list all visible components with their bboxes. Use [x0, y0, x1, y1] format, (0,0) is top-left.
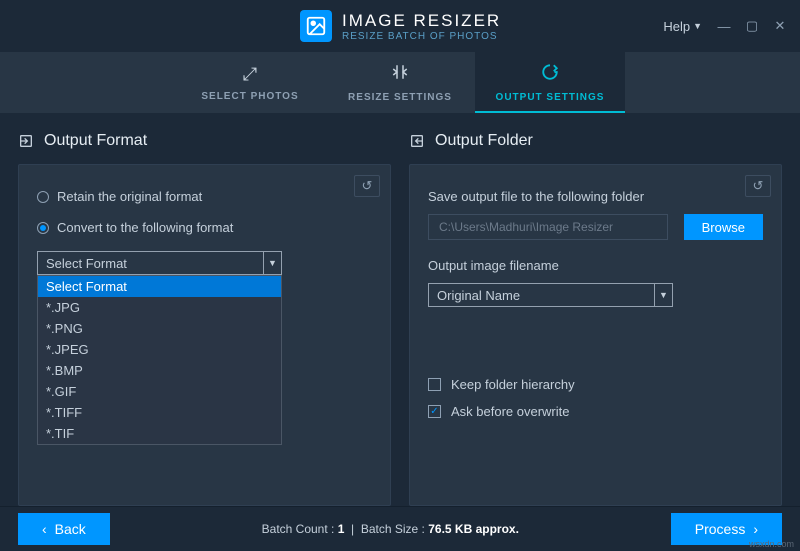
- browse-button[interactable]: Browse: [684, 214, 763, 240]
- button-label: Process: [695, 521, 746, 537]
- checkbox-label: Keep folder hierarchy: [451, 377, 575, 392]
- dropdown-item[interactable]: *.JPG: [38, 297, 281, 318]
- expand-icon: ⤢: [243, 64, 257, 85]
- help-label: Help: [663, 19, 690, 34]
- chevron-left-icon: ‹: [42, 521, 47, 537]
- save-path-label: Save output file to the following folder: [428, 189, 763, 204]
- button-label: Back: [55, 521, 86, 537]
- tab-select-photos[interactable]: ⤢ SELECT PHOTOS: [175, 52, 325, 113]
- checkbox-keep-hierarchy[interactable]: Keep folder hierarchy: [428, 377, 763, 392]
- reset-folder-button[interactable]: ↺: [745, 175, 771, 197]
- app-logo-icon: [300, 10, 332, 42]
- output-format-heading: Output Format: [18, 132, 391, 150]
- radio-icon: [37, 222, 49, 234]
- tabs-bar: ⤢ SELECT PHOTOS RESIZE SETTINGS OUTPUT S…: [0, 52, 800, 114]
- checkbox-icon: [428, 378, 441, 391]
- chevron-down-icon: ▼: [654, 284, 672, 306]
- dropdown-item[interactable]: *.PNG: [38, 318, 281, 339]
- back-button[interactable]: ‹ Back: [18, 513, 110, 545]
- logo-block: IMAGE RESIZER RESIZE BATCH OF PHOTOS: [300, 10, 501, 42]
- dropdown-item[interactable]: *.TIF: [38, 423, 281, 444]
- radio-label: Retain the original format: [57, 189, 202, 204]
- footer-bar: ‹ Back Batch Count : 1 | Batch Size : 76…: [0, 506, 800, 550]
- export-icon: [18, 133, 34, 149]
- tab-label: OUTPUT SETTINGS: [496, 92, 605, 103]
- maximize-button[interactable]: ▢: [740, 16, 764, 36]
- output-icon: [541, 63, 559, 86]
- dropdown-item[interactable]: *.TIFF: [38, 402, 281, 423]
- dropdown-item[interactable]: Select Format: [38, 276, 281, 297]
- app-title: IMAGE RESIZER: [342, 11, 501, 31]
- output-folder-heading: Output Folder: [409, 132, 782, 150]
- filename-label: Output image filename: [428, 258, 763, 273]
- output-format-panel: Output Format ↺ Retain the original form…: [18, 132, 391, 506]
- tab-resize-settings[interactable]: RESIZE SETTINGS: [325, 52, 475, 113]
- output-folder-panel: Output Folder ↺ Save output file to the …: [409, 132, 782, 506]
- panel-title: Output Folder: [435, 132, 533, 150]
- dropdown-item[interactable]: *.BMP: [38, 360, 281, 381]
- content-area: Output Format ↺ Retain the original form…: [0, 114, 800, 506]
- folder-export-icon: [409, 133, 425, 149]
- batch-count-label: Batch Count :: [262, 522, 335, 536]
- select-value: Select Format: [46, 256, 127, 271]
- radio-icon: [37, 191, 49, 203]
- dropdown-item[interactable]: *.GIF: [38, 381, 281, 402]
- select-value: Original Name: [437, 288, 520, 303]
- tab-label: RESIZE SETTINGS: [348, 92, 452, 103]
- radio-convert-format[interactable]: Convert to the following format: [37, 220, 372, 235]
- checkbox-icon: ✓: [428, 405, 441, 418]
- chevron-down-icon: ▼: [263, 252, 281, 274]
- help-menu[interactable]: Help ▼: [657, 15, 708, 38]
- batch-size-label: Batch Size :: [361, 522, 425, 536]
- tab-label: SELECT PHOTOS: [201, 91, 298, 102]
- checkbox-label: Ask before overwrite: [451, 404, 570, 419]
- titlebar: IMAGE RESIZER RESIZE BATCH OF PHOTOS Hel…: [0, 0, 800, 52]
- panel-title: Output Format: [44, 132, 147, 150]
- checkbox-ask-overwrite[interactable]: ✓ Ask before overwrite: [428, 404, 763, 419]
- minimize-button[interactable]: —: [712, 16, 736, 36]
- dropdown-item[interactable]: *.JPEG: [38, 339, 281, 360]
- close-button[interactable]: ✕: [768, 16, 792, 36]
- radio-retain-original[interactable]: Retain the original format: [37, 189, 372, 204]
- radio-label: Convert to the following format: [57, 220, 233, 235]
- output-path-input[interactable]: C:\Users\Madhuri\Image Resizer: [428, 214, 668, 240]
- format-select[interactable]: Select Format ▼ Select Format *.JPG *.PN…: [37, 251, 282, 275]
- chevron-down-icon: ▼: [693, 21, 702, 31]
- chevron-right-icon: ›: [753, 521, 758, 537]
- app-subtitle: RESIZE BATCH OF PHOTOS: [342, 31, 501, 42]
- resize-icon: [391, 63, 409, 86]
- batch-count-value: 1: [338, 522, 345, 536]
- batch-size-value: 76.5 KB approx.: [428, 522, 519, 536]
- tab-output-settings[interactable]: OUTPUT SETTINGS: [475, 52, 625, 113]
- reset-format-button[interactable]: ↺: [354, 175, 380, 197]
- filename-select[interactable]: Original Name ▼: [428, 283, 673, 307]
- format-dropdown: Select Format *.JPG *.PNG *.JPEG *.BMP *…: [37, 275, 282, 445]
- watermark: wsxdn.com: [749, 539, 794, 549]
- batch-info: Batch Count : 1 | Batch Size : 76.5 KB a…: [262, 522, 519, 536]
